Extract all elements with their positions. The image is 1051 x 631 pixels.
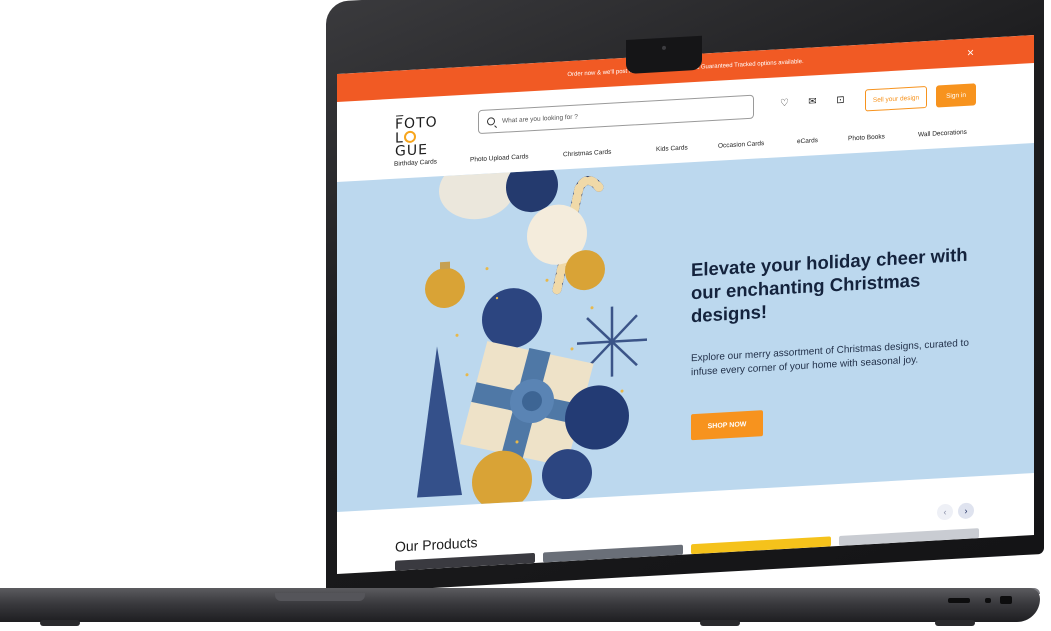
laptop-foot-right (935, 620, 975, 626)
laptop-base-notch (275, 593, 365, 601)
usb-port-2 (985, 598, 991, 603)
announcement-text-right: & Guaranteed Tracked options available. (695, 58, 804, 71)
camera-icon (662, 45, 666, 50)
nav-item-photo-upload-cards[interactable]: Photo Upload Cards (470, 153, 529, 163)
magsafe-port (1000, 596, 1012, 604)
hero-subtitle: Explore our merry assortment of Christma… (691, 337, 969, 379)
laptop-screen: Order now & we'll post it t & Guaranteed… (337, 35, 1034, 574)
search-placeholder: What are you looking for ? (502, 113, 578, 125)
carousel-prev-button[interactable]: ‹ (937, 503, 953, 521)
laptop-foot-mid (700, 620, 740, 626)
nav-item-christmas-cards[interactable]: Christmas Cards (563, 149, 611, 159)
nav-item-wall-decorations[interactable]: Wall Decorations (918, 129, 967, 139)
close-icon[interactable]: × (967, 45, 974, 59)
camera-notch (626, 35, 702, 74)
sell-your-design-button[interactable]: Sell your design (865, 86, 927, 112)
usb-port (948, 598, 970, 603)
christmas-decorations-image (417, 164, 647, 509)
nav-item-photo-books[interactable]: Photo Books (848, 133, 885, 142)
nav-item-birthday-cards[interactable]: Birthday Cards (394, 158, 437, 167)
announcement-text-left: Order now & we'll post it t (567, 68, 636, 79)
search-input[interactable]: What are you looking for ? (478, 94, 754, 135)
nav-item-occasion-cards[interactable]: Occasion Cards (718, 140, 764, 150)
heart-icon[interactable]: ♡ (779, 98, 790, 110)
search-icon (487, 117, 495, 126)
shop-now-button[interactable]: SHOP NOW (691, 410, 763, 441)
cart-icon[interactable]: ⊡ (835, 95, 846, 107)
laptop-base (0, 588, 1040, 622)
nav-item-ecards[interactable]: eCards (797, 137, 818, 145)
carousel-next-button[interactable]: › (958, 502, 974, 520)
hero-banner: Elevate your holiday cheer with our ench… (337, 143, 1034, 512)
mail-icon[interactable]: ✉ (807, 96, 818, 108)
sign-in-button[interactable]: Sign in (936, 83, 976, 108)
hero-title: Elevate your holiday cheer with our ench… (691, 243, 968, 327)
laptop-foot-left (40, 620, 80, 626)
nav-item-kids-cards[interactable]: Kids Cards (656, 144, 688, 153)
products-section-title: Our Products (395, 534, 478, 555)
logo-ring-icon (403, 130, 416, 144)
